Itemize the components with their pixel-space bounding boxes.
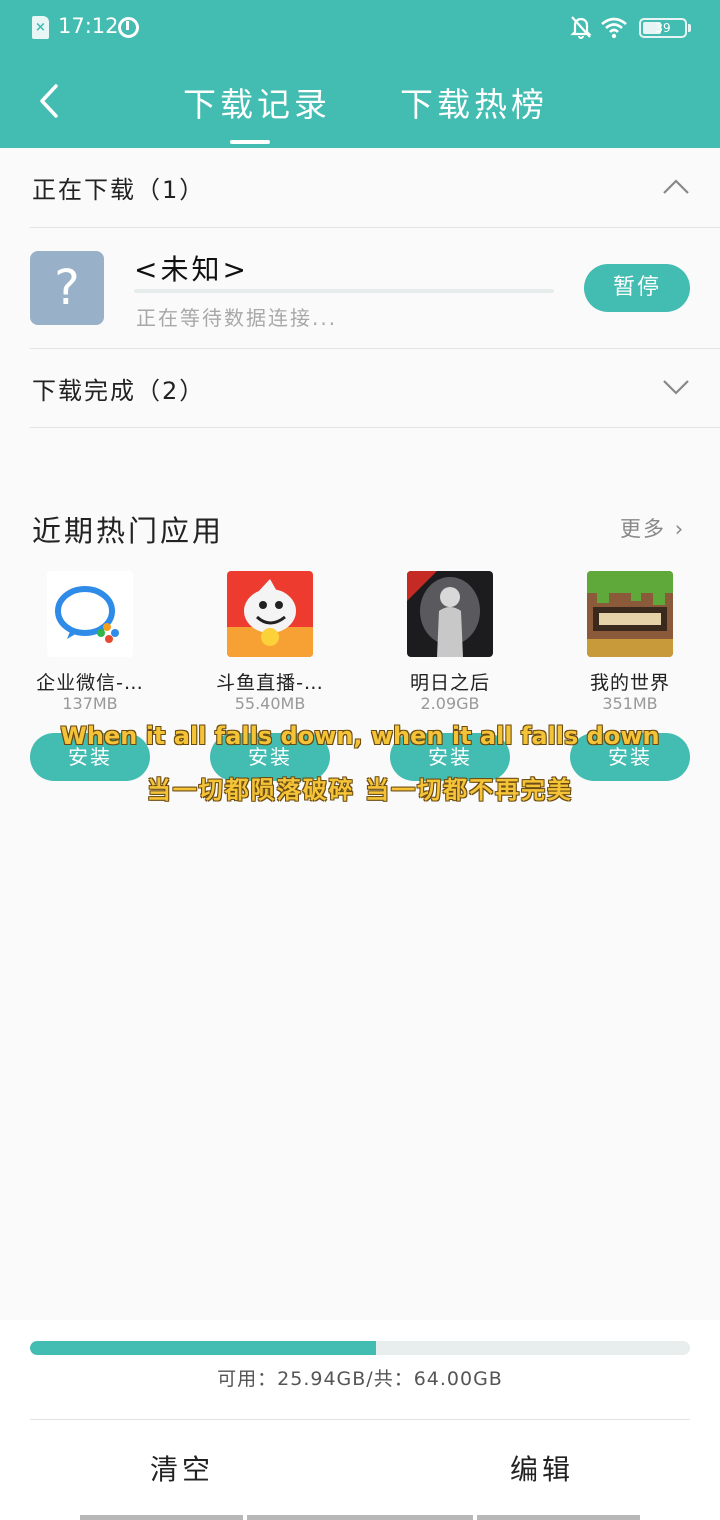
chevron-up-icon[interactable]: [662, 176, 690, 196]
lifeafter-app-icon: [407, 571, 493, 657]
wecom-app-icon: [47, 571, 133, 657]
divider: [30, 1419, 690, 1420]
hot-app-name: 明日之后: [409, 672, 490, 694]
nav-hint-bar: [477, 1515, 640, 1520]
downloading-section-header[interactable]: 正在下载（1）: [0, 148, 720, 226]
pause-button[interactable]: 暂停: [584, 264, 690, 312]
chevron-right-icon: ›: [674, 517, 686, 541]
hot-app-card[interactable]: 我的世界 351MB 安装: [560, 570, 700, 785]
hot-apps-title: 近期热门应用: [32, 514, 225, 548]
chevron-down-icon[interactable]: [662, 377, 690, 397]
hot-app-size: 137MB: [62, 694, 118, 713]
hot-app-size: 2.09GB: [420, 694, 480, 713]
download-item-status: 正在等待数据连接...: [136, 306, 338, 330]
battery-tip: [688, 24, 691, 32]
more-link[interactable]: 更多 ›: [620, 513, 685, 543]
hot-app-name: 企业微信-…: [36, 672, 144, 694]
hot-app-name: 斗鱼直播-…: [216, 672, 324, 694]
install-button[interactable]: 安装: [390, 733, 510, 781]
completed-section-header[interactable]: 下载完成（2）: [0, 349, 720, 427]
unknown-app-icon: ?: [30, 251, 104, 325]
battery-level: 39: [655, 21, 671, 35]
hot-app-name: 我的世界: [589, 672, 670, 694]
download-item: ? <未知> 正在等待数据连接... 暂停: [0, 228, 720, 348]
downloading-section-title: 正在下载（1）: [32, 176, 206, 204]
battery-icon: 39: [639, 18, 687, 38]
minecraft-app-icon: [587, 571, 673, 657]
divider: [30, 427, 720, 428]
completed-section-title: 下载完成（2）: [32, 377, 206, 405]
app-header: × 17:12 39 下载记录 下载热榜: [0, 0, 720, 148]
install-button[interactable]: 安装: [570, 733, 690, 781]
sync-icon: [118, 17, 139, 38]
hot-app-card[interactable]: 斗鱼直播-… 55.40MB 安装: [200, 570, 340, 785]
hot-app-size: 351MB: [602, 694, 658, 713]
hot-app-card[interactable]: 企业微信-… 137MB 安装: [20, 570, 160, 785]
status-time: 17:12: [58, 14, 119, 38]
hot-app-card[interactable]: 明日之后 2.09GB 安装: [380, 570, 520, 785]
more-link-label: 更多: [620, 517, 666, 541]
sim-icon: ×: [32, 16, 49, 39]
tab-download-records[interactable]: 下载记录: [183, 78, 331, 124]
storage-used-fill: [30, 1341, 377, 1355]
douyu-app-icon: [227, 571, 313, 657]
status-bar: × 17:12 39: [0, 0, 720, 56]
download-progress-bar: [134, 289, 554, 293]
storage-text: 可用：25.94GB/共：64.00GB: [217, 1368, 503, 1390]
storage-bar: [30, 1341, 690, 1355]
hot-app-size: 55.40MB: [234, 694, 306, 713]
bell-off-icon: [570, 16, 592, 39]
download-item-name: <未知>: [134, 253, 249, 286]
install-button[interactable]: 安装: [30, 733, 150, 781]
wifi-icon: [601, 17, 627, 39]
tab-download-hot-list[interactable]: 下载热榜: [400, 78, 548, 124]
back-arrow-icon[interactable]: [36, 82, 66, 120]
storage-panel: 可用：25.94GB/共：64.00GB 清空 编辑: [0, 1320, 720, 1520]
nav-hint-bar: [247, 1515, 473, 1520]
active-tab-indicator: [230, 140, 270, 144]
clear-button[interactable]: 清空: [150, 1448, 214, 1488]
nav-hint-bar: [80, 1515, 243, 1520]
edit-button[interactable]: 编辑: [510, 1448, 574, 1488]
install-button[interactable]: 安装: [210, 733, 330, 781]
